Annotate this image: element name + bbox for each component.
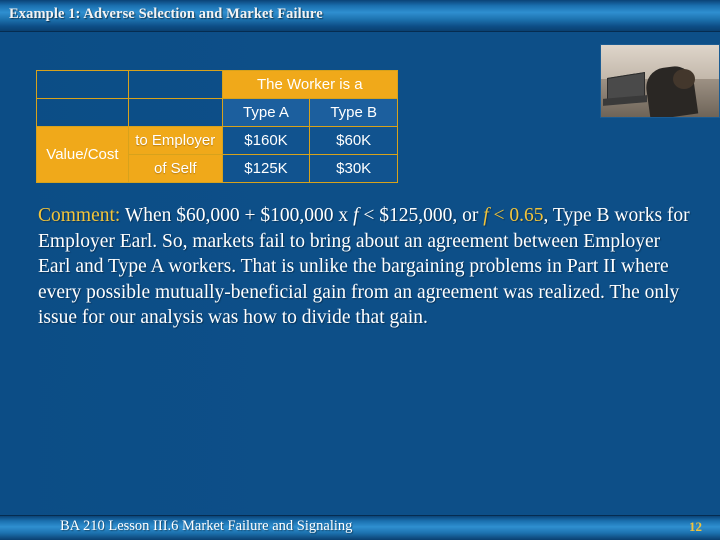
table-cell-self-type-b: $30K [309,154,398,183]
table-cell-spacer [127,98,223,127]
page-number: 12 [689,519,702,534]
value-cost-table: The Worker is a Type A Type B Value/Cost… [36,70,399,183]
table-cell-employer-type-b: $60K [309,126,398,155]
comment-paragraph: Comment: When $60,000 + $100,000 x f < $… [38,203,690,331]
threshold-value: 0.65 [509,205,544,226]
table-cell-spacer [36,98,129,127]
table-column-header-type-a: Type A [221,98,311,127]
comment-part-2: < $125,000, or [358,205,484,226]
table-cell-spacer [36,70,129,99]
slide-title-bar: Example 1: Adverse Selection and Market … [0,0,720,32]
footer-label: BA 210 Lesson III.6 Market Failure and S… [60,518,353,534]
table-row-columns: Type A Type B [36,98,398,127]
table-row-group-label: Value/Cost [36,126,129,183]
slide-canvas: Example 1: Adverse Selection and Market … [0,0,720,540]
table-cell-employer-type-a: $160K [221,126,311,155]
table-row-header-span: The Worker is a [36,70,399,99]
comment-part-1: When $60,000 + $100,000 x [120,205,354,226]
page-title: Example 1: Adverse Selection and Market … [9,6,323,22]
table-row: Value/Cost to Employer $160K $60K [36,126,398,183]
table-row-label-to-employer: to Employer [127,126,223,155]
photo-person-head [673,69,695,89]
comment-label: Comment: [38,205,121,226]
table-row-label-of-self: of Self [127,154,223,183]
table-cell-self-type-a: $125K [221,154,311,183]
table-header-span-label: The Worker is a [221,70,399,99]
table-column-header-type-b: Type B [309,98,398,127]
person-at-desk-with-laptop-photo [600,44,720,118]
table-matrix: The Worker is a Type A Type B Value/Cost… [36,70,399,183]
comment-part-3: < [488,205,510,226]
table-cell-spacer [127,70,223,99]
